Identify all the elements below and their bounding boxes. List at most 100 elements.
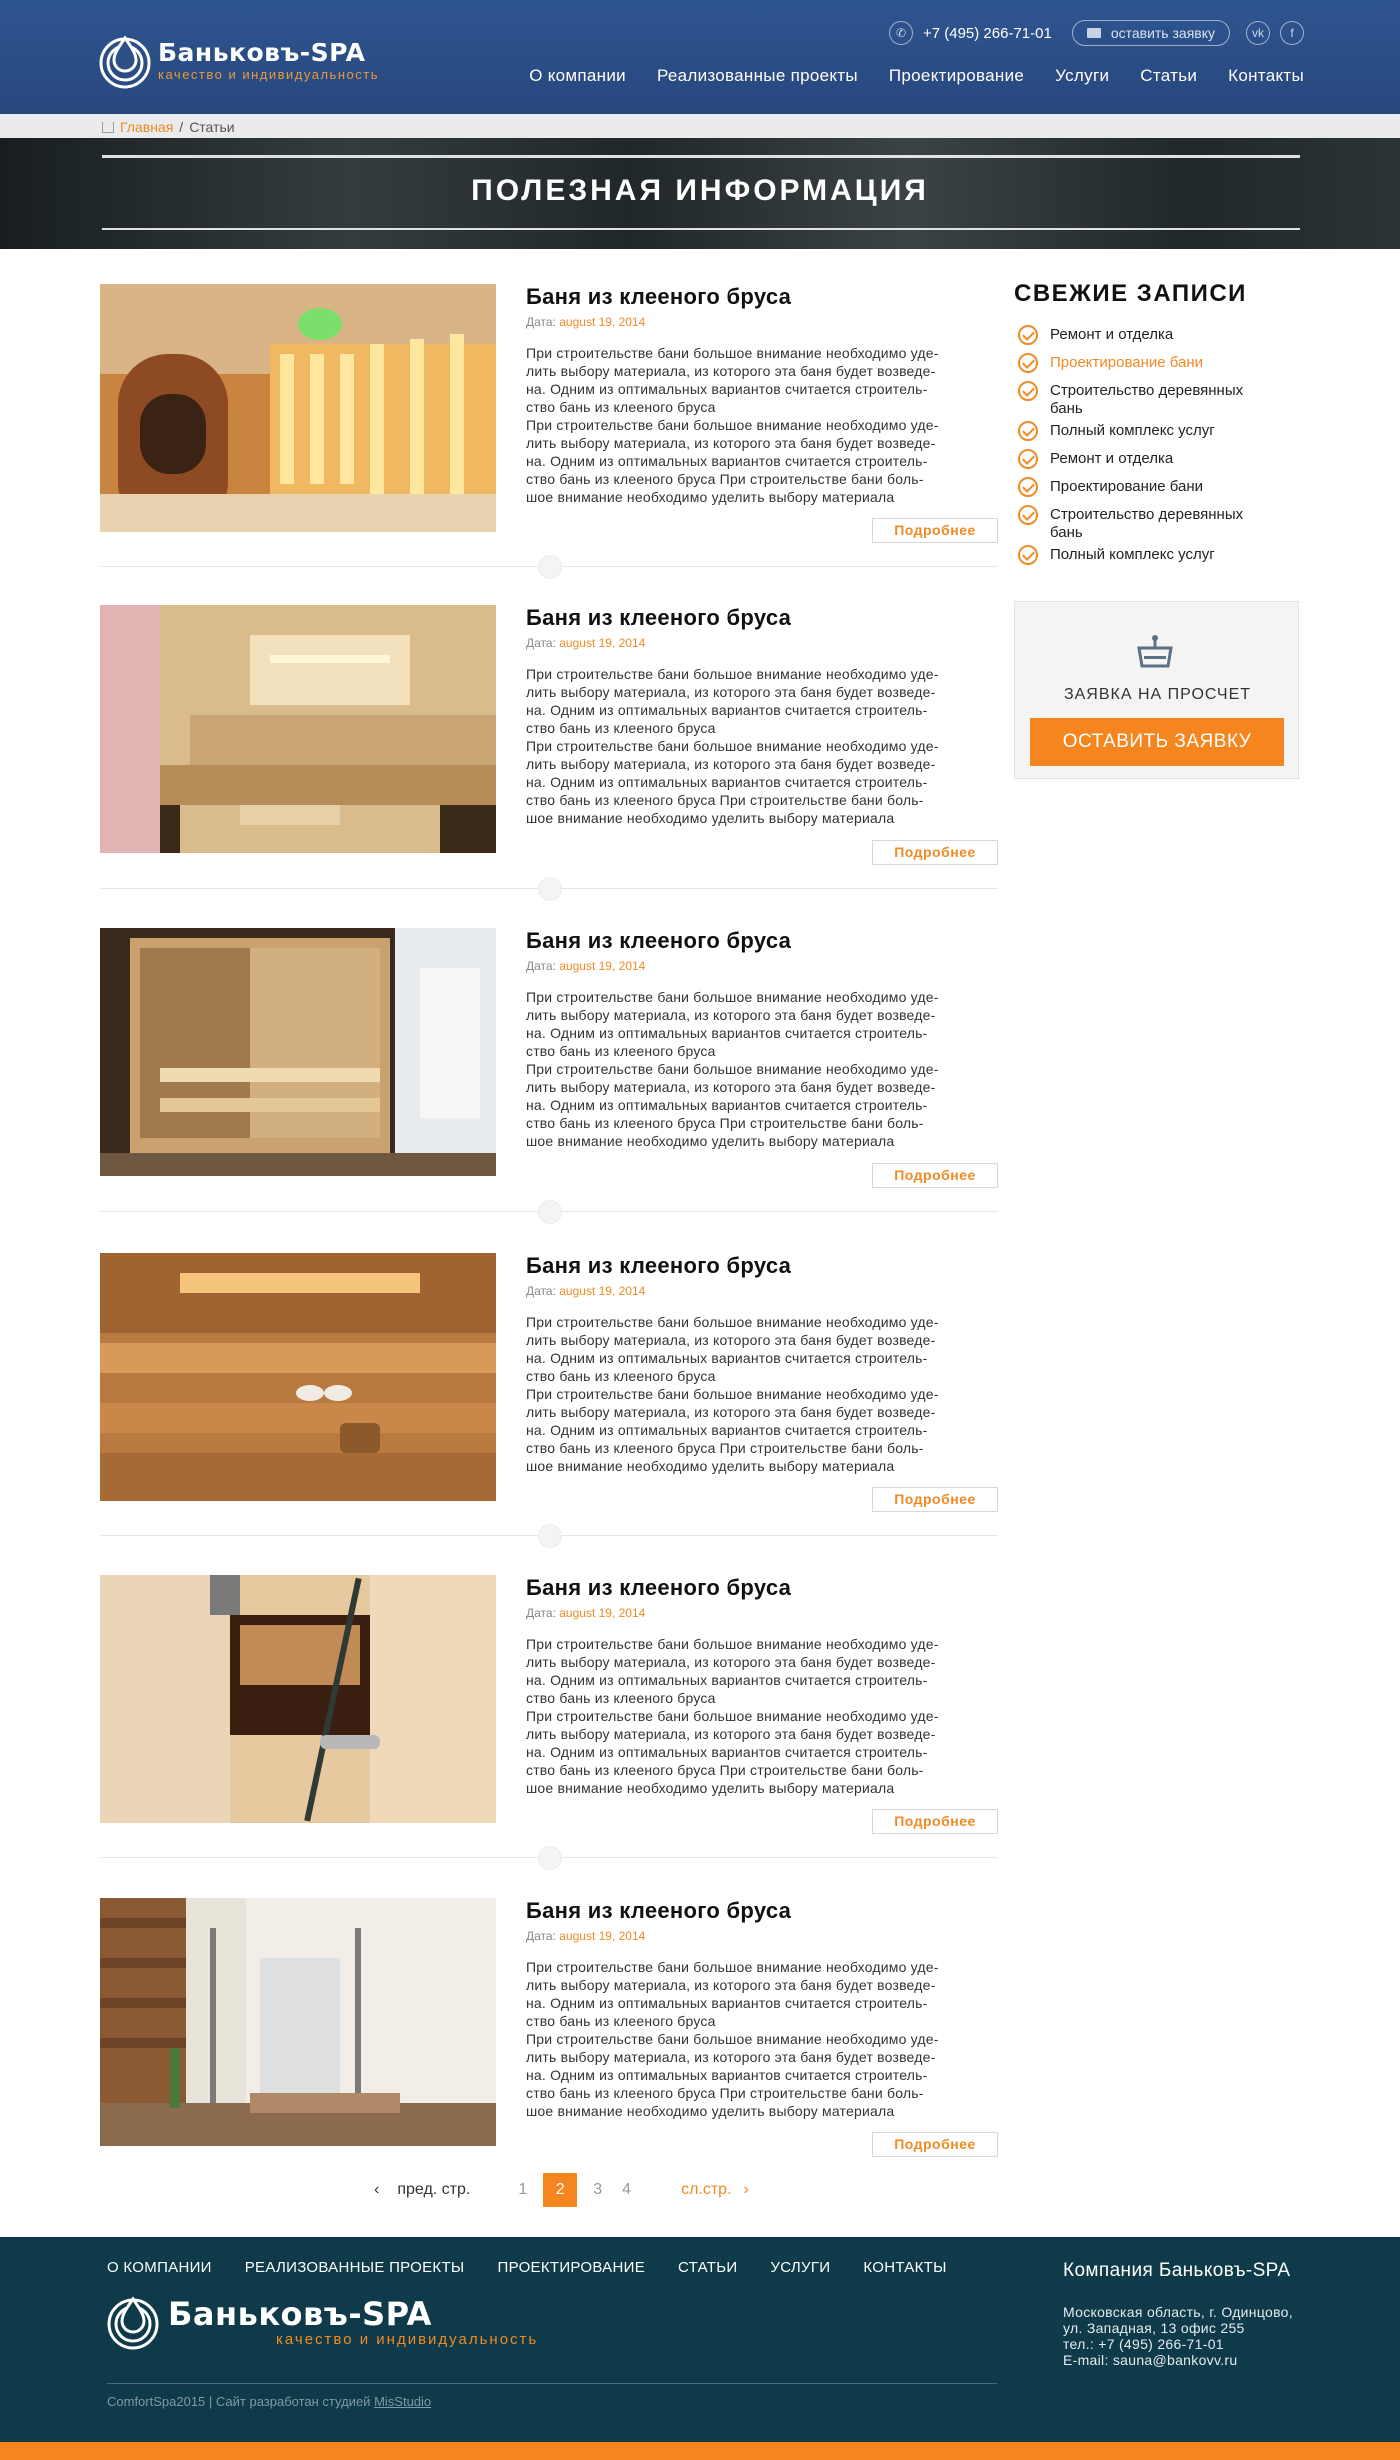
banner-rule-top <box>102 155 1300 158</box>
post-date: Дата: august 19, 2014 <box>526 315 646 329</box>
nav-articles[interactable]: Статьи <box>1140 66 1197 86</box>
recent-post-item[interactable]: Ремонт и отделка <box>1018 325 1298 345</box>
post-image[interactable] <box>100 1898 496 2146</box>
read-more-button[interactable]: Подробнее <box>872 1163 998 1188</box>
post-excerpt: При строительстве бани большое внимание … <box>526 1959 939 2119</box>
post-item: Баня из клееного бруса Дата: august 19, … <box>100 605 998 865</box>
footer-nav-services[interactable]: УСЛУГИ <box>770 2259 830 2276</box>
recent-post-item[interactable]: Полный комплекс услуг <box>1018 421 1298 441</box>
check-icon <box>1018 545 1038 565</box>
post-image[interactable] <box>100 284 496 532</box>
studio-link[interactable]: MisStudio <box>374 2394 431 2409</box>
post-title[interactable]: Баня из клееного бруса <box>526 1898 791 1924</box>
breadcrumb-current: Статьи <box>189 119 235 135</box>
post-date: Дата: august 19, 2014 <box>526 959 646 973</box>
footer-company-info: Компания Баньковъ-SPA Московская область… <box>1063 2260 1293 2368</box>
pagination-page[interactable]: 4 <box>622 2181 631 2199</box>
post-title[interactable]: Баня из клееного бруса <box>526 284 791 310</box>
post-divider <box>100 1200 998 1224</box>
post-divider <box>100 555 998 579</box>
breadcrumb-home[interactable]: Главная <box>120 119 173 135</box>
header-topbar: ✆ +7 (495) 266-71-01 оставить заявку vk … <box>888 19 1304 47</box>
post-excerpt: При строительстве бани большое внимание … <box>526 989 939 1149</box>
post-title[interactable]: Баня из клееного бруса <box>526 928 791 954</box>
recent-post-item[interactable]: Проектирование бани <box>1018 477 1298 497</box>
leave-request-button[interactable]: ОСТАВИТЬ ЗАЯВКУ <box>1030 718 1284 766</box>
nav-design[interactable]: Проектирование <box>889 66 1024 86</box>
recent-post-item[interactable]: Ремонт и отделка <box>1018 449 1298 469</box>
bottom-accent-strip <box>0 2442 1400 2460</box>
header-phone[interactable]: +7 (495) 266-71-01 <box>923 25 1052 42</box>
logo-name: Баньковъ-SPA <box>158 38 366 67</box>
post-date: Дата: august 19, 2014 <box>526 1284 646 1298</box>
company-phone[interactable]: тел.: +7 (495) 266-71-01 <box>1063 2336 1293 2352</box>
footer-nav: О КОМПАНИИ РЕАЛИЗОВАННЫЕ ПРОЕКТЫ ПРОЕКТИ… <box>107 2259 980 2276</box>
read-more-button[interactable]: Подробнее <box>872 2132 998 2157</box>
post-item: Баня из клееного бруса Дата: august 19, … <box>100 928 998 1188</box>
company-email[interactable]: E-mail: sauna@bankovv.ru <box>1063 2352 1293 2368</box>
footer-nav-contacts[interactable]: КОНТАКТЫ <box>863 2259 946 2276</box>
envelope-icon <box>1086 28 1101 38</box>
pagination-next[interactable]: сл.стр. › <box>681 2181 749 2199</box>
nav-contacts[interactable]: Контакты <box>1228 66 1304 86</box>
home-icon <box>102 121 114 133</box>
read-more-button[interactable]: Подробнее <box>872 1809 998 1834</box>
footer-logo[interactable]: Баньковъ-SPA качество и индивидуальность <box>104 2293 538 2351</box>
pagination-page[interactable]: 3 <box>593 2181 602 2199</box>
logo-drop-icon <box>99 35 151 89</box>
nav-services[interactable]: Услуги <box>1055 66 1109 86</box>
site-logo[interactable]: Баньковъ-SPA качество и индивидуальность <box>96 32 416 90</box>
footer-nav-articles[interactable]: СТАТЬИ <box>678 2259 737 2276</box>
site-footer: О КОМПАНИИ РЕАЛИЗОВАННЫЕ ПРОЕКТЫ ПРОЕКТИ… <box>0 2237 1400 2442</box>
logo-drop-icon <box>107 2296 159 2350</box>
breadcrumb-separator: / <box>179 119 184 135</box>
footer-nav-design[interactable]: ПРОЕКТИРОВАНИЕ <box>498 2259 645 2276</box>
check-icon <box>1018 353 1038 373</box>
phone-icon: ✆ <box>888 21 913 45</box>
check-icon <box>1018 449 1038 469</box>
pagination-prev[interactable]: ‹ пред. стр. <box>374 2181 470 2199</box>
post-title[interactable]: Баня из клееного бруса <box>526 605 791 631</box>
recent-post-item[interactable]: Строительство деревянных бань <box>1018 505 1278 542</box>
banner-rule-bottom <box>102 228 1300 230</box>
post-item: Баня из клееного бруса Дата: august 19, … <box>100 284 998 543</box>
post-image[interactable] <box>100 605 496 853</box>
estimate-request-box: ЗАЯВКА НА ПРОСЧЕТ ОСТАВИТЬ ЗАЯВКУ <box>1014 601 1299 779</box>
company-address-line-1: Московская область, г. Одинцово, <box>1063 2304 1293 2320</box>
nav-about[interactable]: О компании <box>529 66 626 86</box>
company-title: Компания Баньковъ-SPA <box>1063 2260 1291 2281</box>
post-image[interactable] <box>100 928 496 1176</box>
recent-posts-list: Ремонт и отделка Проектирование бани Стр… <box>1018 325 1298 565</box>
recent-post-item[interactable]: Строительство деревянных бань <box>1018 381 1278 418</box>
check-icon <box>1018 421 1038 441</box>
check-icon <box>1018 505 1038 525</box>
vk-icon[interactable]: vk <box>1246 21 1270 45</box>
footer-logo-name: Баньковъ-SPA <box>168 2295 432 2333</box>
request-callback-button[interactable]: оставить заявку <box>1071 20 1230 46</box>
post-title[interactable]: Баня из клееного бруса <box>526 1575 791 1601</box>
pagination-page[interactable]: 1 <box>518 2181 527 2199</box>
main-nav: О компании Реализованные проекты Проекти… <box>498 66 1304 86</box>
post-image[interactable] <box>100 1253 496 1501</box>
sauna-bucket-icon <box>1137 635 1173 668</box>
post-date: Дата: august 19, 2014 <box>526 1606 646 1620</box>
recent-post-item[interactable]: Проектирование бани <box>1018 353 1298 373</box>
post-title[interactable]: Баня из клееного бруса <box>526 1253 791 1279</box>
footer-nav-about[interactable]: О КОМПАНИИ <box>107 2259 212 2276</box>
footer-nav-projects[interactable]: РЕАЛИЗОВАННЫЕ ПРОЕКТЫ <box>245 2259 465 2276</box>
page-title: ПОЛЕЗНАЯ ИНФОРМАЦИЯ <box>471 174 929 207</box>
pagination-page-current[interactable]: 2 <box>543 2173 578 2207</box>
facebook-icon[interactable]: f <box>1280 21 1304 45</box>
recent-post-item[interactable]: Полный комплекс услуг <box>1018 545 1298 565</box>
post-image[interactable] <box>100 1575 496 1823</box>
site-header: Баньковъ-SPA качество и индивидуальность… <box>0 0 1400 114</box>
read-more-button[interactable]: Подробнее <box>872 840 998 865</box>
post-excerpt: При строительстве бани большое внимание … <box>526 666 939 826</box>
post-excerpt: При строительстве бани большое внимание … <box>526 1636 939 1796</box>
read-more-button[interactable]: Подробнее <box>872 1487 998 1512</box>
post-divider <box>100 1846 998 1870</box>
post-item: Баня из клееного бруса Дата: august 19, … <box>100 1575 998 1834</box>
read-more-button[interactable]: Подробнее <box>872 518 998 543</box>
post-date: Дата: august 19, 2014 <box>526 1929 646 1943</box>
nav-projects[interactable]: Реализованные проекты <box>657 66 858 86</box>
